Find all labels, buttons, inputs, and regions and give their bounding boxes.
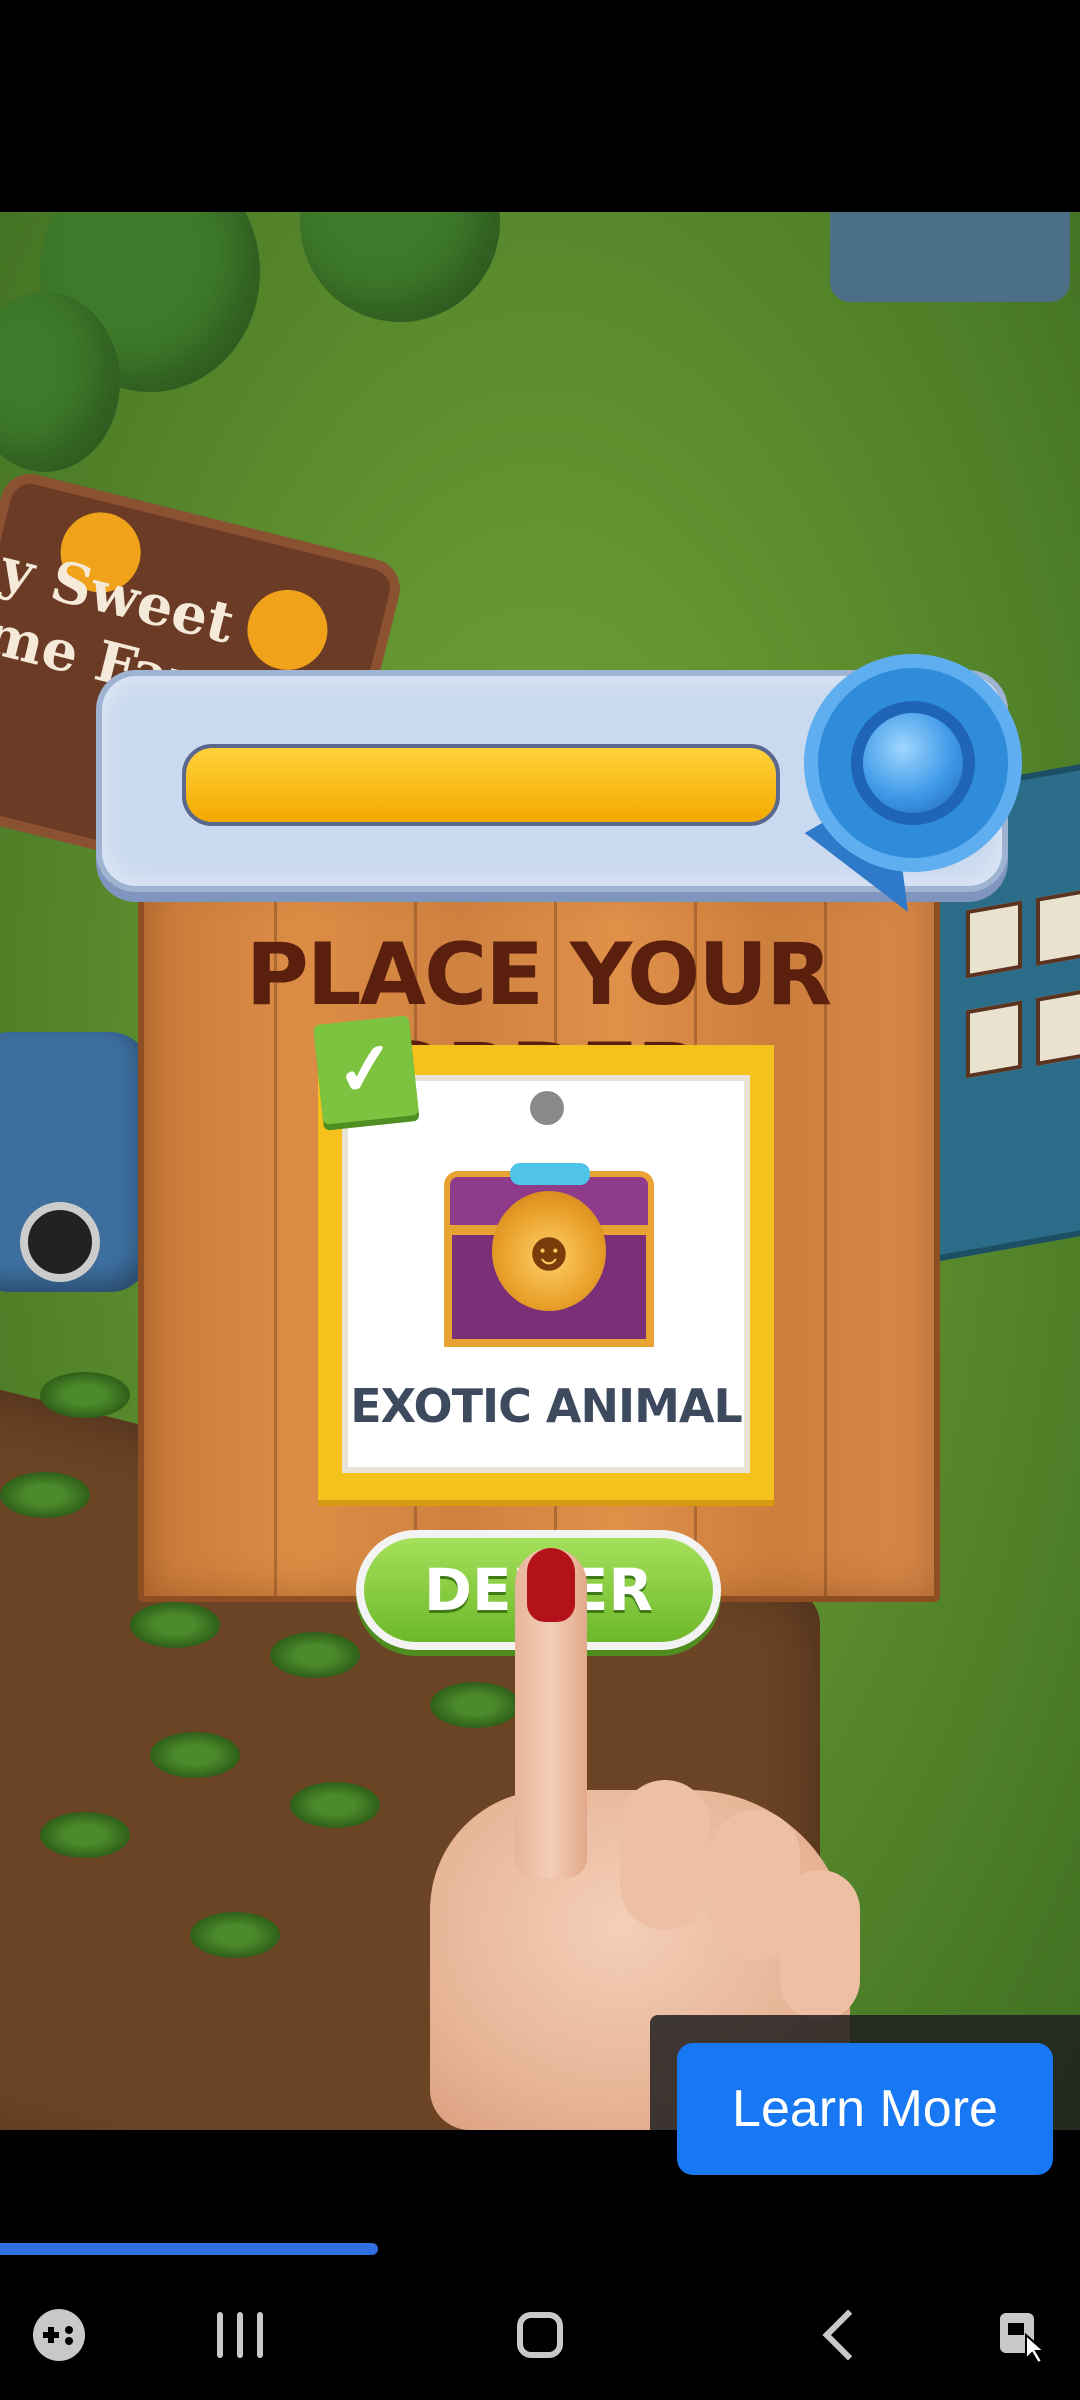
recents-icon[interactable] — [195, 2290, 285, 2380]
checkmark-icon: ✓ — [313, 1015, 419, 1125]
plant — [0, 1472, 90, 1518]
plant — [290, 1782, 380, 1828]
video-progress-bar[interactable] — [0, 2243, 1080, 2255]
item-label: EXOTIC ANIMAL — [350, 1379, 743, 1433]
lion-face-icon: ☻ — [492, 1191, 606, 1311]
sign-ornament — [238, 581, 336, 679]
system-nav-bar — [0, 2270, 1080, 2400]
order-card-paper: ☻ EXOTIC ANIMAL — [342, 1075, 750, 1473]
home-icon[interactable] — [495, 2290, 585, 2380]
plant — [40, 1372, 130, 1418]
knuckle — [620, 1780, 710, 1930]
machine — [830, 212, 1070, 302]
plant — [430, 1682, 520, 1728]
order-progress-fill — [186, 748, 776, 822]
learn-more-button[interactable]: Learn More — [677, 2043, 1053, 2175]
medal-center — [851, 701, 975, 825]
window — [966, 1000, 1022, 1079]
window — [966, 900, 1022, 979]
medal-icon — [818, 668, 1008, 858]
back-icon[interactable] — [795, 2290, 885, 2380]
chest-jewels — [510, 1163, 590, 1185]
window — [1036, 888, 1080, 966]
plant — [130, 1602, 220, 1648]
window — [1036, 988, 1080, 1066]
lion-chest-icon: ☻ — [444, 1163, 654, 1351]
video-progress-fill — [0, 2243, 378, 2255]
plant — [40, 1812, 130, 1858]
plant — [190, 1912, 280, 1958]
order-progress-bar — [182, 744, 780, 826]
accessibility-icon[interactable] — [975, 2290, 1065, 2380]
pointing-finger-icon — [515, 1548, 587, 1878]
knuckle — [780, 1870, 860, 2020]
truck — [0, 1032, 150, 1292]
wheel — [20, 1202, 100, 1282]
pin-icon — [530, 1091, 564, 1125]
gamepad-icon[interactable] — [14, 2290, 104, 2380]
plant — [270, 1632, 360, 1678]
tree — [300, 212, 500, 322]
plant — [150, 1732, 240, 1778]
fingernail — [527, 1548, 575, 1622]
